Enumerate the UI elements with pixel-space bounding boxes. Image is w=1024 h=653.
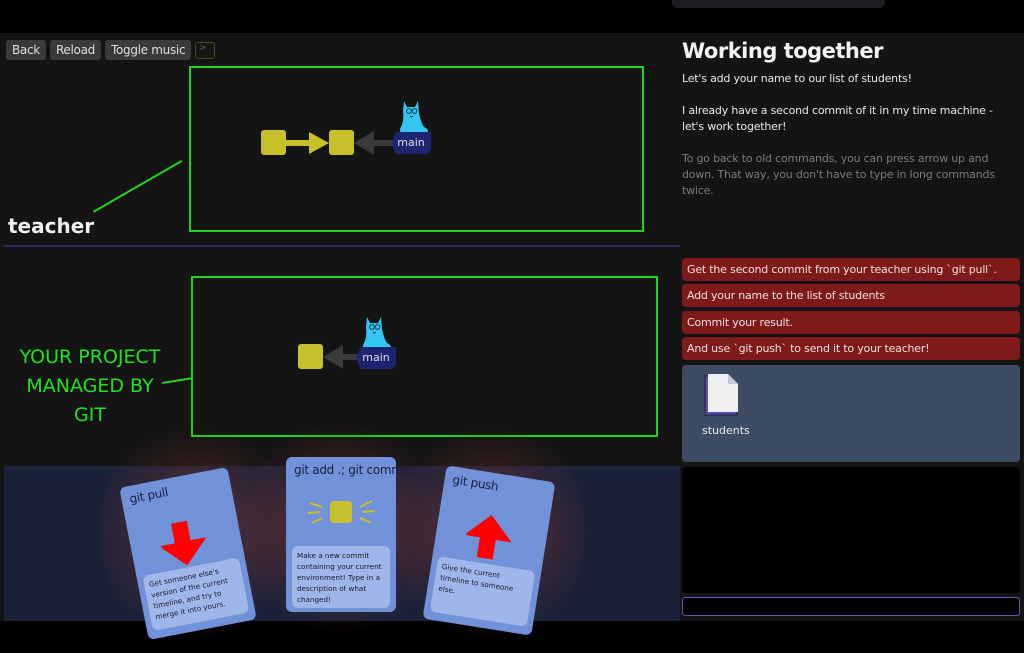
- toggle-music-button[interactable]: Toggle music: [104, 40, 192, 60]
- toolbar: Back Reload Toggle music >: [6, 40, 216, 60]
- reload-button[interactable]: Reload: [49, 40, 101, 60]
- card-title: git add .; git commit: [294, 463, 411, 477]
- branch-label-main[interactable]: main: [391, 132, 431, 154]
- back-button[interactable]: Back: [6, 40, 46, 60]
- card-title: git pull: [128, 484, 170, 507]
- task-item: Add your name to the list of students: [682, 284, 1020, 307]
- teacher-label: teacher: [8, 214, 95, 238]
- time-cat-icon: [400, 101, 429, 134]
- your-repo-highlight: [191, 276, 658, 437]
- commit-node[interactable]: [298, 344, 323, 369]
- level-panel: Working together Let's add your name to …: [682, 33, 1024, 621]
- arrow-up-icon: [464, 514, 512, 560]
- commit-edge: [285, 140, 310, 146]
- branch-label-main[interactable]: main: [356, 347, 396, 369]
- game-area: Back Reload Toggle music > teacher main …: [0, 33, 1024, 653]
- file-icon: [704, 374, 738, 416]
- task-item: Get the second commit from your teacher …: [682, 258, 1020, 281]
- terminal-prompt-icon: >: [199, 42, 206, 52]
- branch-pointer-arrow-icon: [354, 131, 394, 155]
- task-item: Commit your result.: [682, 311, 1020, 334]
- terminal-toggle-button[interactable]: >: [195, 41, 216, 59]
- commit-sparkle-icon: [308, 500, 374, 524]
- task-item: And use `git push` to send it to your te…: [682, 337, 1020, 360]
- command-input[interactable]: [682, 597, 1020, 616]
- card-description: Get someone else's version of the curren…: [142, 557, 250, 632]
- repo-divider: [4, 245, 680, 247]
- card-git-add-commit[interactable]: git add .; git commit Make a new commit …: [286, 457, 410, 612]
- file-name: students: [702, 424, 750, 437]
- level-intro: Let's add your name to our list of stude…: [682, 72, 912, 85]
- commit-node[interactable]: [329, 130, 354, 155]
- your-project-label: YOUR PROJECT MANAGED BY GIT: [19, 346, 161, 426]
- commit-arrowhead-icon: [309, 132, 329, 154]
- level-story: I already have a second commit of it in …: [682, 104, 993, 133]
- card-description: Make a new commit containing your curren…: [292, 546, 390, 608]
- top-bar-pill: [672, 0, 885, 8]
- level-title: Working together: [682, 39, 884, 63]
- teacher-pointer-line: [93, 160, 183, 213]
- file-browser: students: [682, 365, 1020, 462]
- card-title: git push: [451, 472, 500, 494]
- commit-node[interactable]: [261, 130, 286, 155]
- arrow-down-icon: [159, 520, 207, 566]
- terminal-output: [682, 467, 1020, 593]
- card-description: Give the current timeline to someone els…: [429, 556, 536, 627]
- level-hint: To go back to old commands, you can pres…: [682, 152, 995, 197]
